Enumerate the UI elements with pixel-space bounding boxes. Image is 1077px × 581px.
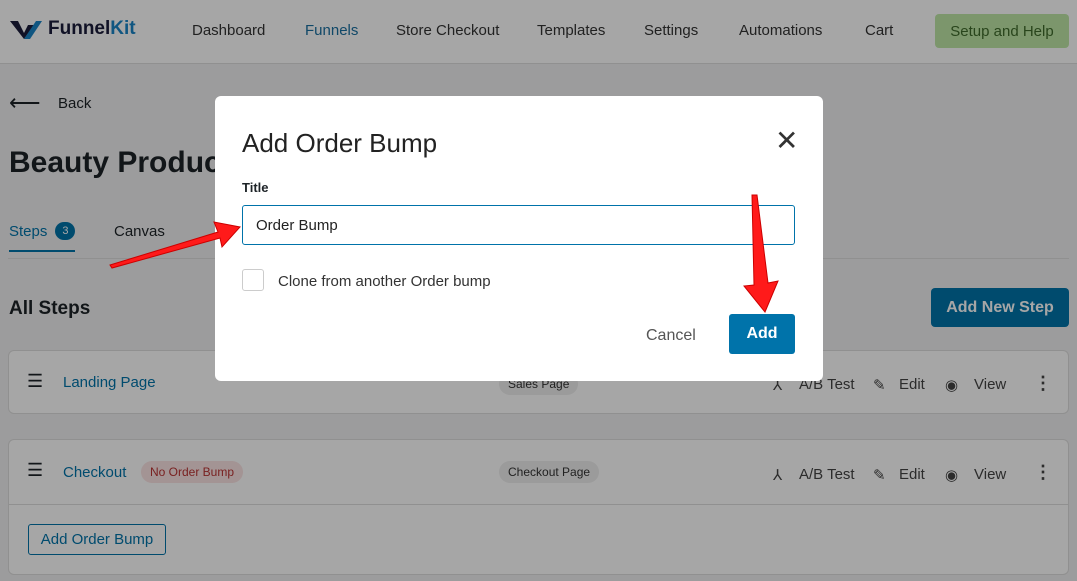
annotation-arrow-down bbox=[743, 194, 779, 313]
annotation-arrow-left bbox=[109, 221, 241, 269]
annotation-arrows bbox=[109, 194, 779, 313]
